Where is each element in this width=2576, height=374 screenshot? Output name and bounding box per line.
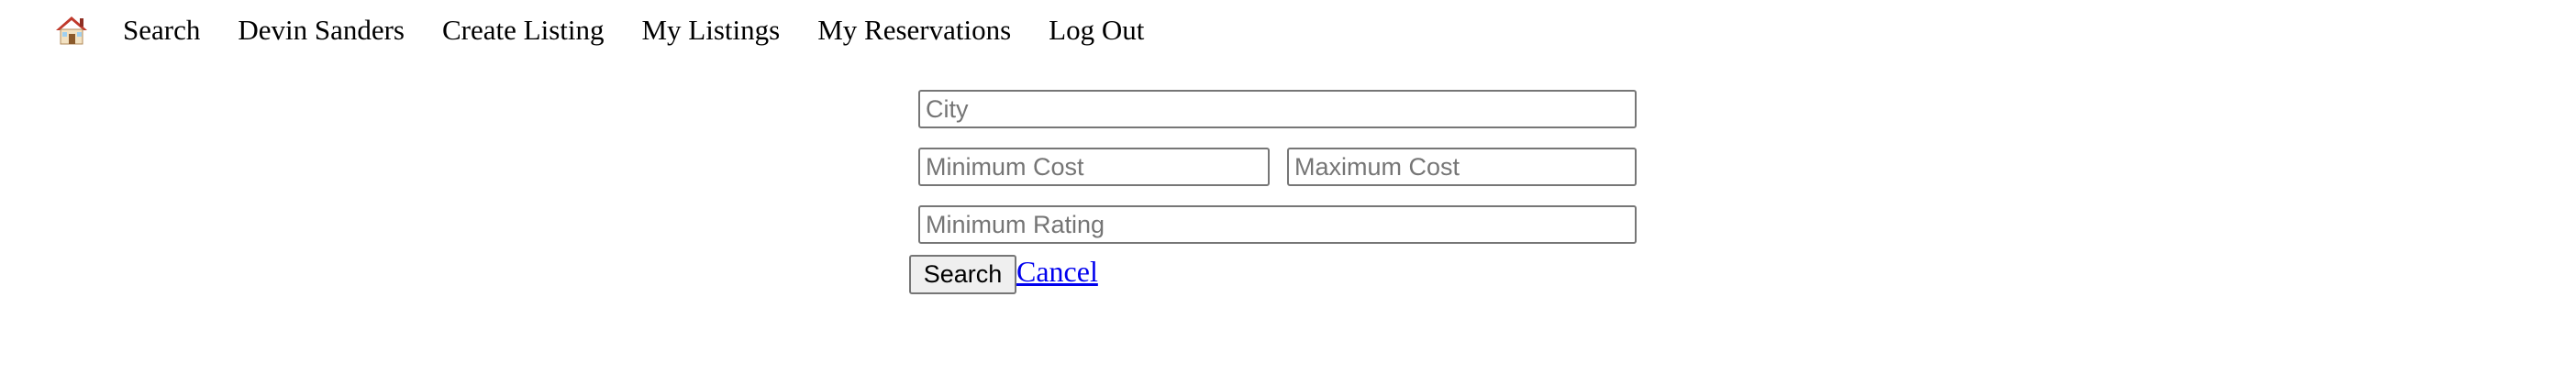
cancel-link[interactable]: Cancel — [1016, 253, 1098, 290]
search-button[interactable]: Search — [909, 255, 1016, 294]
minimum-rating-input[interactable] — [918, 205, 1637, 244]
city-input[interactable] — [918, 90, 1637, 128]
minimum-cost-input[interactable] — [918, 148, 1270, 186]
maximum-cost-input[interactable] — [1287, 148, 1637, 186]
search-form: Search Cancel — [0, 0, 2576, 374]
